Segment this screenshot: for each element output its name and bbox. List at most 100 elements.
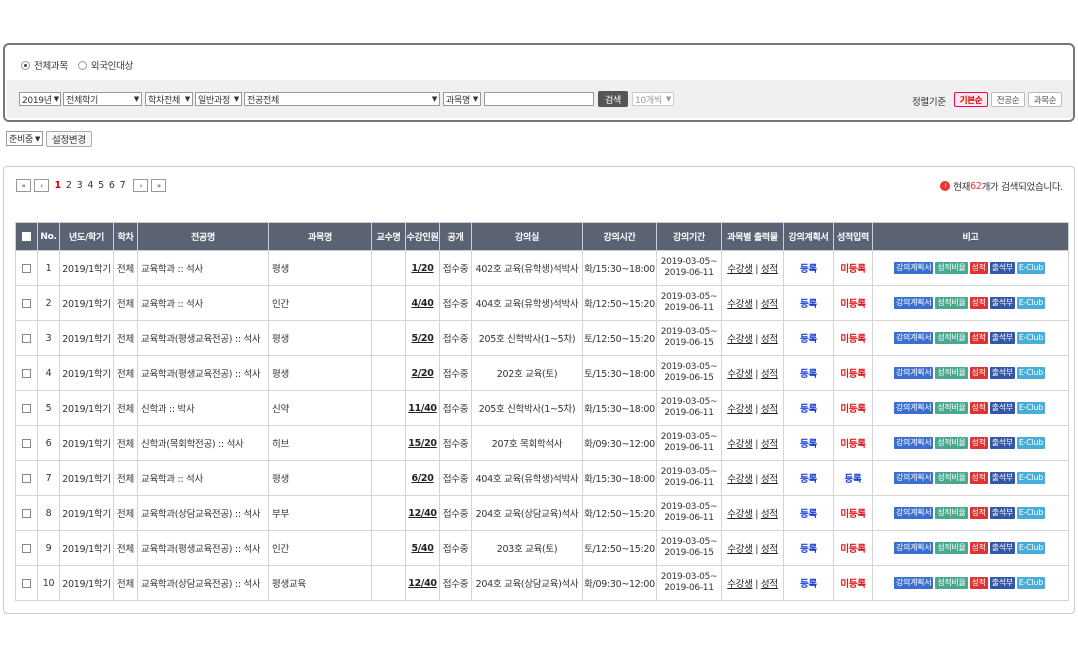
term-select[interactable]: 전체학기 ▼ [63, 92, 142, 106]
grade-ratio-button[interactable]: 성적비율 [935, 262, 968, 274]
dept-select[interactable]: 학차전체 ▼ [145, 92, 193, 106]
grade-button[interactable]: 성적 [969, 437, 988, 449]
grade-button[interactable]: 성적 [969, 297, 988, 309]
row-checkbox[interactable] [22, 543, 31, 553]
first-page-button[interactable]: « [16, 179, 31, 192]
eclub-button[interactable]: E-Club [1016, 542, 1045, 554]
plan-register-link[interactable]: 등록 [800, 334, 817, 345]
syllabus-button[interactable]: 강의계획서 [894, 542, 934, 554]
grade-button[interactable]: 성적 [969, 332, 988, 344]
grade-status-link[interactable]: 미등록 [840, 299, 866, 310]
grade-status-link[interactable]: 미등록 [840, 439, 866, 450]
plan-register-link[interactable]: 등록 [800, 369, 817, 380]
status-select[interactable]: 준비중 ▼ [6, 131, 44, 146]
enroll-link[interactable]: 12/40 [408, 578, 437, 589]
eclub-button[interactable]: E-Club [1016, 262, 1045, 274]
row-checkbox[interactable] [22, 368, 31, 378]
row-checkbox[interactable] [22, 263, 31, 273]
students-output-link[interactable]: 수강생 [727, 579, 753, 590]
select-all-checkbox[interactable] [22, 231, 31, 241]
grade-ratio-button[interactable]: 성적비율 [935, 542, 968, 554]
grades-output-link[interactable]: 성적 [761, 299, 778, 310]
students-output-link[interactable]: 수강생 [727, 369, 753, 380]
enroll-link[interactable]: 15/20 [408, 438, 437, 449]
page-link-7[interactable]: 7 [120, 180, 126, 191]
students-output-link[interactable]: 수강생 [727, 439, 753, 450]
radio-all-courses[interactable] [21, 60, 30, 70]
row-checkbox[interactable] [22, 508, 31, 518]
prev-page-button[interactable]: ‹ [34, 179, 49, 192]
grades-output-link[interactable]: 성적 [761, 404, 778, 415]
attendance-button[interactable]: 출석부 [989, 577, 1015, 589]
enroll-link[interactable]: 11/40 [408, 403, 437, 414]
attendance-button[interactable]: 출석부 [989, 472, 1015, 484]
grade-button[interactable]: 성적 [969, 507, 988, 519]
plan-register-link[interactable]: 등록 [800, 404, 817, 415]
syllabus-button[interactable]: 강의계획서 [894, 437, 934, 449]
grade-status-link[interactable]: 미등록 [840, 404, 866, 415]
grade-status-link[interactable]: 등록 [845, 474, 862, 485]
grades-output-link[interactable]: 성적 [761, 369, 778, 380]
plan-register-link[interactable]: 등록 [800, 509, 817, 520]
grades-output-link[interactable]: 성적 [761, 439, 778, 450]
attendance-button[interactable]: 출석부 [989, 297, 1015, 309]
eclub-button[interactable]: E-Club [1016, 437, 1045, 449]
row-checkbox[interactable] [22, 578, 31, 588]
eclub-button[interactable]: E-Club [1016, 472, 1045, 484]
grade-status-link[interactable]: 미등록 [840, 509, 866, 520]
row-checkbox[interactable] [22, 298, 31, 308]
eclub-button[interactable]: E-Club [1016, 402, 1045, 414]
course-type-select[interactable]: 일반과정 ▼ [195, 92, 242, 106]
sort-course-button[interactable]: 과목순 [1028, 92, 1062, 107]
grades-output-link[interactable]: 성적 [761, 474, 778, 485]
grade-status-link[interactable]: 미등록 [840, 544, 866, 555]
students-output-link[interactable]: 수강생 [727, 264, 753, 275]
plan-register-link[interactable]: 등록 [800, 474, 817, 485]
enroll-link[interactable]: 6/20 [411, 473, 433, 484]
grades-output-link[interactable]: 성적 [761, 509, 778, 520]
syllabus-button[interactable]: 강의계획서 [894, 367, 934, 379]
last-page-button[interactable]: » [151, 179, 167, 192]
grade-button[interactable]: 성적 [969, 542, 988, 554]
grade-status-link[interactable]: 미등록 [840, 264, 866, 275]
attendance-button[interactable]: 출석부 [989, 542, 1015, 554]
attendance-button[interactable]: 출석부 [989, 402, 1015, 414]
eclub-button[interactable]: E-Club [1016, 577, 1045, 589]
attendance-button[interactable]: 출석부 [989, 332, 1015, 344]
plan-register-link[interactable]: 등록 [800, 439, 817, 450]
plan-register-link[interactable]: 등록 [800, 544, 817, 555]
plan-register-link[interactable]: 등록 [800, 579, 817, 590]
field-select[interactable]: 과목명 ▼ [443, 92, 481, 106]
students-output-link[interactable]: 수강생 [727, 299, 753, 310]
students-output-link[interactable]: 수강생 [727, 404, 753, 415]
grade-button[interactable]: 성적 [969, 367, 988, 379]
syllabus-button[interactable]: 강의계획서 [894, 297, 934, 309]
enroll-link[interactable]: 4/40 [411, 298, 433, 309]
page-link-4[interactable]: 4 [87, 180, 93, 191]
enroll-link[interactable]: 5/40 [411, 543, 433, 554]
row-checkbox[interactable] [22, 403, 31, 413]
grade-button[interactable]: 성적 [969, 577, 988, 589]
grades-output-link[interactable]: 성적 [761, 264, 778, 275]
enroll-link[interactable]: 12/40 [408, 508, 437, 519]
eclub-button[interactable]: E-Club [1016, 507, 1045, 519]
sort-default-button[interactable]: 기본순 [954, 92, 988, 107]
radio-foreigner[interactable] [77, 60, 87, 70]
page-link-1[interactable]: 1 [55, 180, 62, 191]
grades-output-link[interactable]: 성적 [761, 334, 778, 345]
grade-ratio-button[interactable]: 성적비율 [935, 367, 968, 379]
students-output-link[interactable]: 수강생 [727, 509, 753, 520]
syllabus-button[interactable]: 강의계획서 [894, 577, 934, 589]
syllabus-button[interactable]: 강의계획서 [894, 262, 934, 274]
eclub-button[interactable]: E-Club [1016, 332, 1045, 344]
plan-register-link[interactable]: 등록 [800, 264, 817, 275]
grade-button[interactable]: 성적 [969, 262, 988, 274]
grade-status-link[interactable]: 미등록 [840, 579, 866, 590]
syllabus-button[interactable]: 강의계획서 [894, 402, 934, 414]
attendance-button[interactable]: 출석부 [989, 507, 1015, 519]
syllabus-button[interactable]: 강의계획서 [894, 332, 934, 344]
grade-ratio-button[interactable]: 성적비율 [935, 507, 968, 519]
syllabus-button[interactable]: 강의계획서 [894, 507, 934, 519]
attendance-button[interactable]: 출석부 [989, 367, 1015, 379]
attendance-button[interactable]: 출석부 [989, 437, 1015, 449]
